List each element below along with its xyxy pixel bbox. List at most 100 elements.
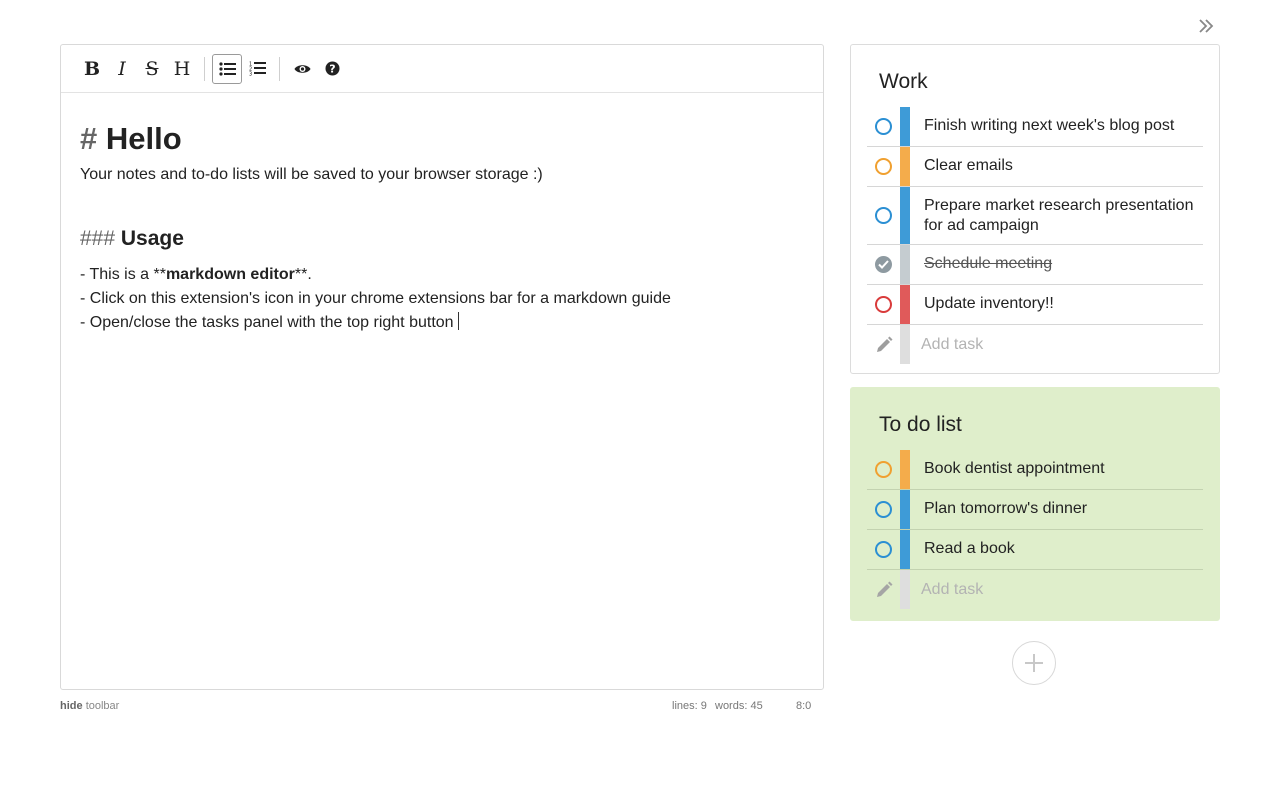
line-text: - Open/close the tasks panel with the to… xyxy=(80,314,454,331)
heading-mark: # xyxy=(80,121,98,156)
pencil-wrap xyxy=(867,570,900,609)
task-checkbox[interactable] xyxy=(875,158,892,175)
bullet-list-button[interactable] xyxy=(212,53,242,84)
task-color-bar[interactable] xyxy=(900,107,910,146)
task-color-bar[interactable] xyxy=(900,245,910,284)
task-text[interactable]: Schedule meeting xyxy=(910,245,1203,284)
task-list-todo: To do list Book dentist appointment Plan… xyxy=(850,387,1220,621)
question-circle-icon: ? xyxy=(325,61,339,76)
checkbox-wrap xyxy=(867,450,900,489)
add-task-bar xyxy=(900,570,910,609)
checkbox-wrap xyxy=(867,147,900,186)
add-task-bar xyxy=(900,325,910,364)
task-text[interactable]: Finish writing next week's blog post xyxy=(910,107,1203,146)
task-checkbox-checked[interactable] xyxy=(875,256,892,273)
svg-text:3: 3 xyxy=(249,72,252,77)
cursor-position: 8:0 xyxy=(796,700,812,712)
heading-button[interactable]: H xyxy=(167,54,197,84)
add-task-row: Add task xyxy=(867,570,1203,609)
task-color-bar[interactable] xyxy=(900,147,910,186)
task-checkbox[interactable] xyxy=(875,501,892,518)
usage-line-3: - Open/close the tasks panel with the to… xyxy=(80,311,804,335)
pencil-icon xyxy=(876,581,892,597)
task-item: Clear emails xyxy=(867,147,1203,187)
task-checkbox[interactable] xyxy=(875,207,892,224)
heading-text: Usage xyxy=(120,227,184,250)
hide-label: hide xyxy=(60,700,83,712)
usage-line-2: - Click on this extension's icon in your… xyxy=(80,290,671,307)
checkbox-wrap xyxy=(867,187,900,244)
checkbox-wrap xyxy=(867,490,900,529)
checkmark-icon xyxy=(878,260,889,269)
task-checkbox[interactable] xyxy=(875,541,892,558)
task-item: Finish writing next week's blog post xyxy=(867,107,1203,147)
toolbar-divider xyxy=(279,56,280,81)
add-task-input[interactable]: Add task xyxy=(910,325,1203,364)
task-text[interactable]: Plan tomorrow's dinner xyxy=(910,490,1203,529)
checkbox-wrap xyxy=(867,285,900,324)
task-color-bar[interactable] xyxy=(900,530,910,569)
toolbar-label: toolbar xyxy=(85,700,120,712)
usage-line-1: - This is a **markdown editor**. xyxy=(80,263,804,287)
task-item: Schedule meeting xyxy=(867,245,1203,285)
task-item: Prepare market research presentation for… xyxy=(867,187,1203,245)
bold-button[interactable]: B xyxy=(77,54,107,84)
task-text[interactable]: Update inventory!! xyxy=(910,285,1203,324)
task-item: Read a book xyxy=(867,530,1203,570)
line-count: lines: 9 xyxy=(672,700,707,712)
list-title[interactable]: Work xyxy=(879,69,928,95)
heading-mark: ### xyxy=(80,227,116,250)
strikethrough-button[interactable]: S xyxy=(137,54,167,84)
intro-paragraph: Your notes and to-do lists will be saved… xyxy=(80,166,543,183)
task-color-bar[interactable] xyxy=(900,490,910,529)
list-title[interactable]: To do list xyxy=(879,412,962,438)
add-list-button[interactable] xyxy=(1012,641,1056,685)
pencil-wrap xyxy=(867,325,900,364)
usage-list: - This is a **markdown editor**. - Click… xyxy=(80,263,804,335)
task-items: Book dentist appointment Plan tomorrow's… xyxy=(867,450,1203,609)
task-list-work: Work Finish writing next week's blog pos… xyxy=(850,44,1220,374)
numbered-list-icon: 1 2 3 xyxy=(249,62,266,77)
double-chevron-right-icon xyxy=(1199,19,1214,33)
add-task-row: Add task xyxy=(867,325,1203,364)
italic-button[interactable]: I xyxy=(107,54,137,84)
task-item: Update inventory!! xyxy=(867,285,1203,325)
word-count: words: 45 xyxy=(715,700,763,712)
checkbox-wrap xyxy=(867,530,900,569)
task-text[interactable]: Prepare market research presentation for… xyxy=(910,187,1203,244)
heading-text: Hello xyxy=(105,121,182,156)
svg-text:?: ? xyxy=(329,63,335,76)
editor-content[interactable]: # Hello Your notes and to-do lists will … xyxy=(61,93,823,355)
markdown-heading-1: # Hello xyxy=(80,119,804,159)
task-text[interactable]: Read a book xyxy=(910,530,1203,569)
task-text[interactable]: Clear emails xyxy=(910,147,1203,186)
markdown-editor: B I S H 1 2 3 ? # Hello Your notes and t… xyxy=(60,44,824,690)
task-items: Finish writing next week's blog post Cle… xyxy=(867,107,1203,364)
eye-icon xyxy=(294,64,310,73)
checkbox-wrap xyxy=(867,245,900,284)
toolbar-divider xyxy=(204,56,205,81)
pencil-icon xyxy=(876,336,892,352)
collapse-panel-button[interactable] xyxy=(1194,14,1218,38)
task-checkbox[interactable] xyxy=(875,461,892,478)
markdown-heading-3: ### Usage xyxy=(80,221,804,257)
task-item: Book dentist appointment xyxy=(867,450,1203,490)
task-item: Plan tomorrow's dinner xyxy=(867,490,1203,530)
editor-toolbar: B I S H 1 2 3 ? xyxy=(61,45,823,93)
task-color-bar[interactable] xyxy=(900,450,910,489)
line-prefix: - This is a ** xyxy=(80,266,166,283)
bold-text: markdown editor xyxy=(165,266,295,283)
plus-icon xyxy=(1025,654,1043,672)
help-button[interactable]: ? xyxy=(317,54,347,84)
preview-button[interactable] xyxy=(287,54,317,84)
task-text[interactable]: Book dentist appointment xyxy=(910,450,1203,489)
toggle-toolbar-link[interactable]: hide toolbar xyxy=(60,700,119,712)
task-color-bar[interactable] xyxy=(900,187,910,244)
task-checkbox[interactable] xyxy=(875,118,892,135)
checkbox-wrap xyxy=(867,107,900,146)
numbered-list-button[interactable]: 1 2 3 xyxy=(242,54,272,84)
task-checkbox[interactable] xyxy=(875,296,892,313)
text-cursor xyxy=(457,312,459,330)
task-color-bar[interactable] xyxy=(900,285,910,324)
add-task-input[interactable]: Add task xyxy=(910,570,1203,609)
